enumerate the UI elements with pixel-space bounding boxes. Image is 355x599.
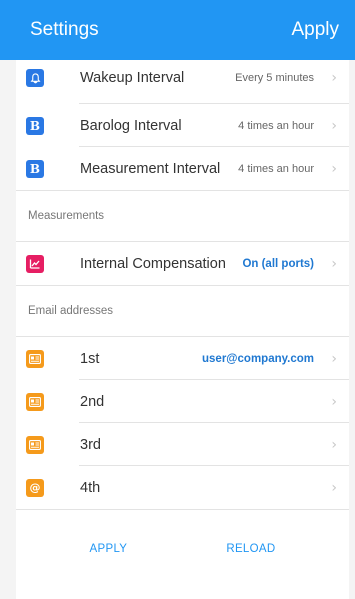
footer-actions: APPLY RELOAD — [16, 543, 349, 555]
chevron-right-icon: › — [331, 393, 337, 410]
section-title: Email addresses — [28, 305, 114, 317]
chevron-right-icon: › — [331, 479, 337, 496]
email-row-4th[interactable]: @ 4th › — [16, 466, 349, 509]
email-label: 2nd — [80, 393, 105, 410]
settings-content: Wakeup Interval Every 5 minutes › B Baro… — [16, 60, 349, 599]
setting-label: Barolog Interval — [80, 117, 182, 134]
setting-label: Wakeup Interval — [80, 70, 185, 86]
reload-button[interactable]: RELOAD — [226, 543, 275, 555]
contact-card-icon — [26, 392, 44, 411]
setting-row-measurement-interval[interactable]: B Measurement Interval 4 times an hour › — [16, 147, 349, 190]
bell-icon — [26, 69, 44, 87]
chevron-right-icon: › — [331, 255, 337, 272]
setting-value: 4 times an hour — [238, 162, 314, 175]
section-header-measurements: Measurements — [16, 190, 349, 242]
email-label: 3rd — [80, 436, 101, 453]
contact-card-icon — [26, 349, 44, 368]
apply-button[interactable]: APPLY — [90, 543, 128, 555]
section-title: Measurements — [28, 210, 105, 222]
at-sign-icon: @ — [26, 478, 44, 497]
setting-label: Measurement Interval — [80, 160, 221, 177]
divider — [16, 509, 349, 510]
page-title: Settings — [30, 19, 99, 40]
email-value: user@company.com — [202, 352, 314, 365]
email-row-1st[interactable]: 1st user@company.com › — [16, 337, 349, 380]
chevron-right-icon: › — [331, 70, 337, 86]
chevron-right-icon: › — [331, 436, 337, 453]
contact-card-icon — [26, 435, 44, 454]
email-row-3rd[interactable]: 3rd › — [16, 423, 349, 466]
b-icon: B — [26, 159, 44, 178]
email-label: 4th — [80, 479, 101, 496]
b-icon: B — [26, 116, 44, 135]
chevron-right-icon: › — [331, 160, 337, 177]
setting-value: 4 times an hour — [238, 119, 314, 132]
email-label: 1st — [80, 350, 100, 367]
setting-label: Internal Compensation — [80, 255, 226, 272]
setting-row-barolog-interval[interactable]: B Barolog Interval 4 times an hour › — [16, 104, 349, 147]
top-bar: Settings Apply — [0, 0, 355, 60]
chart-line-icon — [26, 254, 44, 273]
apply-header-button[interactable]: Apply — [291, 19, 339, 41]
email-row-2nd[interactable]: 2nd › — [16, 380, 349, 423]
chevron-right-icon: › — [331, 117, 337, 134]
section-header-email-addresses: Email addresses — [16, 285, 349, 337]
setting-value: Every 5 minutes — [235, 72, 314, 84]
chevron-right-icon: › — [331, 350, 337, 367]
setting-value: On (all ports) — [242, 257, 314, 270]
setting-row-internal-compensation[interactable]: Internal Compensation On (all ports) › — [16, 242, 349, 285]
